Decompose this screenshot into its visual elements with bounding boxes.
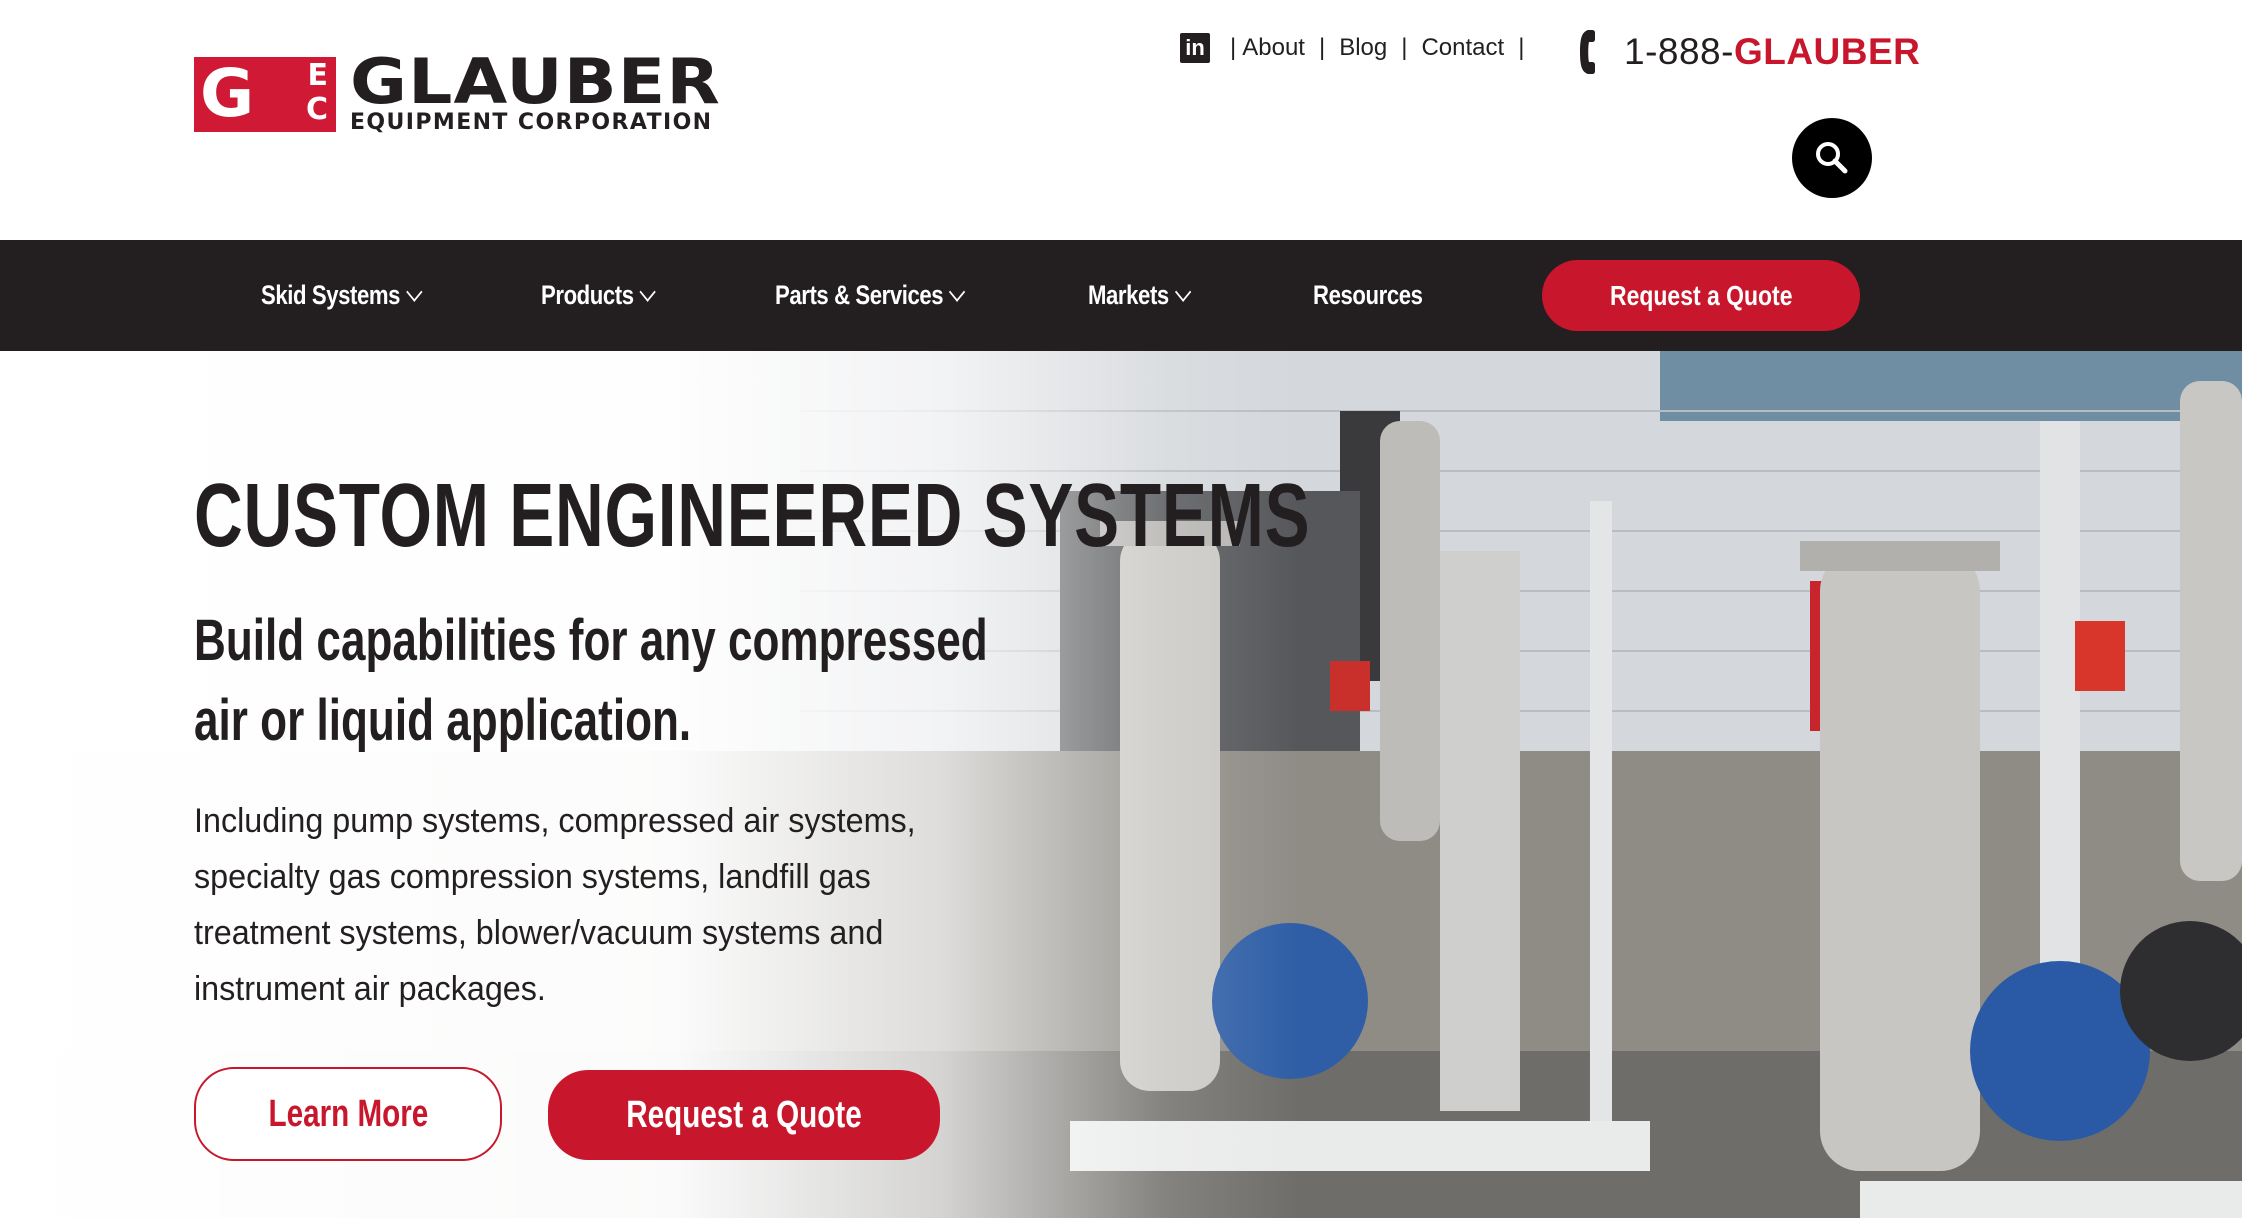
hero-title: CUSTOM ENGINEERED SYSTEMS: [194, 466, 1311, 566]
phone-link[interactable]: 1-888-GLAUBER: [1578, 28, 1920, 76]
nav-label: Markets: [1088, 280, 1169, 310]
nav-label: Skid Systems: [261, 280, 401, 310]
logo-letter-c: C: [305, 91, 328, 127]
about-link[interactable]: About: [1242, 34, 1305, 62]
logo-mark: G E C: [194, 54, 336, 132]
button-label: Learn More: [268, 1092, 428, 1135]
site-header: G E C GLAUBER EQUIPMENT CORPORATION in |…: [0, 0, 2242, 240]
logo-wordmark: GLAUBER EQUIPMENT CORPORATION: [350, 51, 720, 134]
phone-number: 1-888-GLAUBER: [1624, 31, 1921, 72]
nav-item-resources[interactable]: Resources: [1313, 240, 1423, 351]
logo-link[interactable]: G E C GLAUBER EQUIPMENT CORPORATION: [194, 51, 720, 134]
linkedin-icon[interactable]: in: [1180, 33, 1210, 63]
separator: |: [1230, 34, 1237, 61]
nav-item-skid-systems[interactable]: Skid Systems: [261, 240, 423, 351]
utility-nav: in | About | Blog | Contact |: [1180, 28, 1538, 68]
chevron-down-icon: [405, 281, 423, 302]
logo-letter-e: E: [307, 57, 329, 93]
phone-icon: [1580, 30, 1595, 74]
chevron-down-icon: [1174, 281, 1191, 302]
logo-letter-g: G: [200, 54, 254, 132]
hero-subtitle: Build capabilities for any compressed ai…: [194, 608, 988, 753]
nav-request-quote-button[interactable]: Request a Quote: [1542, 260, 1860, 331]
nav-label: Parts & Services: [775, 280, 944, 310]
logo-name: GLAUBER: [350, 45, 721, 118]
hero-section: CUSTOM ENGINEERED SYSTEMS Build capabili…: [0, 351, 2242, 1218]
blog-link[interactable]: Blog: [1339, 34, 1387, 62]
chevron-down-icon: [639, 281, 656, 302]
nav-label: Resources: [1313, 280, 1423, 310]
nav-label: Products: [541, 280, 634, 310]
search-icon: [1816, 142, 1848, 174]
chevron-down-icon: [949, 281, 966, 302]
search-button[interactable]: [1792, 118, 1872, 198]
separator: |: [1518, 34, 1525, 61]
hero-description: Including pump systems, compressed air s…: [194, 802, 916, 1008]
main-nav: Skid Systems Products Parts & Services M…: [0, 240, 2242, 351]
nav-item-parts-services[interactable]: Parts & Services: [775, 240, 966, 351]
learn-more-button[interactable]: Learn More: [194, 1067, 502, 1161]
button-label: Request a Quote: [1609, 279, 1793, 311]
contact-link[interactable]: Contact: [1421, 34, 1504, 62]
separator: |: [1401, 34, 1408, 61]
nav-item-products[interactable]: Products: [541, 240, 656, 351]
nav-item-markets[interactable]: Markets: [1088, 240, 1191, 351]
button-label: Request a Quote: [626, 1093, 862, 1136]
hero-request-quote-button[interactable]: Request a Quote: [548, 1070, 940, 1160]
separator: |: [1318, 34, 1326, 61]
